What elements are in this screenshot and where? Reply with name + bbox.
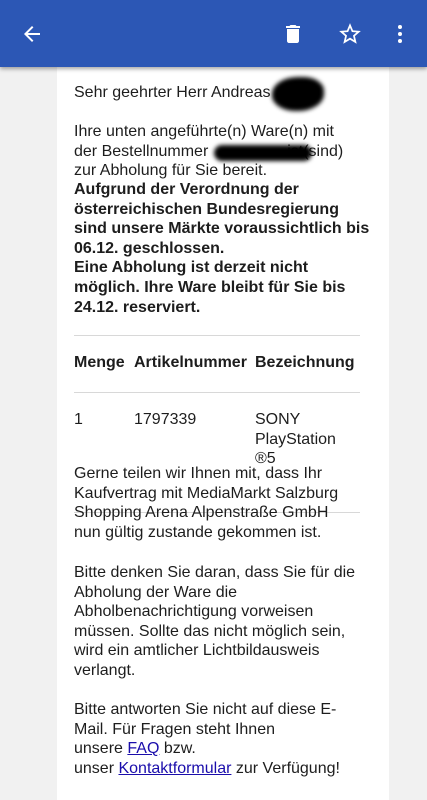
contract-line: Shopping Arena Alpenstraße GmbH bbox=[74, 504, 329, 522]
greeting-text: Sehr geehrter Herr Andreas bbox=[74, 84, 271, 101]
app-bar bbox=[0, 0, 427, 67]
intro-line: Ihre unten angeführte(n) Ware(n) mit bbox=[74, 123, 334, 140]
contract-paragraph: Gerne teilen wir Ihnen mit, dass Ihr Kau… bbox=[74, 464, 374, 542]
pickup-line: Bitte denken Sie daran, dass Sie für die bbox=[74, 564, 356, 581]
reply-line: Bitte antworten Sie nicht auf diese E- bbox=[74, 701, 337, 718]
contract-line: nun gültig zustande gekommen ist. bbox=[74, 523, 322, 541]
table-divider bbox=[74, 335, 360, 336]
pickup-line: Abholung der Ware die bbox=[74, 583, 238, 601]
reply-text: unser bbox=[74, 759, 115, 777]
notice-line: sind unsere Märkte voraussichtlich bis bbox=[74, 220, 370, 238]
faq-link[interactable]: FAQ bbox=[127, 740, 159, 757]
table-divider bbox=[74, 392, 360, 393]
pickup-line: Abholbenachrichtigung vorweisen bbox=[74, 603, 314, 621]
cell-bezeichnung: SONY PlayStation ®5 bbox=[255, 410, 360, 469]
notice-line: österreichischen Bundesregierung bbox=[74, 200, 339, 218]
notice-line: 06.12. geschlossen. bbox=[74, 239, 225, 257]
header-menge: Menge bbox=[74, 354, 125, 371]
contract-line: Kaufvertrag mit MediaMarkt Salzburg bbox=[74, 484, 339, 502]
pickup-line: müssen. Sollte das nicht möglich sein, bbox=[74, 622, 346, 640]
pickup-line: wird ein amtlicher Lichtbildausweis bbox=[74, 642, 320, 660]
reply-text: unsere bbox=[74, 740, 123, 758]
more-options-button[interactable] bbox=[378, 12, 422, 56]
reply-line: unser Kontaktformular zur Verfügung! bbox=[74, 759, 374, 779]
redaction-mark bbox=[214, 145, 312, 161]
reply-line: Mail. Für Fragen steht Ihnen bbox=[74, 720, 275, 738]
cell-artikelnummer: 1797339 bbox=[134, 411, 197, 428]
reply-line: unsere FAQ bzw. bbox=[74, 739, 374, 759]
pickup-line: verlangt. bbox=[74, 661, 136, 679]
pickup-paragraph: Bitte denken Sie daran, dass Sie für die… bbox=[74, 563, 374, 681]
trash-icon bbox=[286, 25, 300, 43]
star-button[interactable] bbox=[328, 12, 372, 56]
bezeichnung-line: SONY bbox=[255, 411, 301, 428]
reply-paragraph: Bitte antworten Sie nicht auf diese E- M… bbox=[74, 700, 374, 778]
arrow-left-icon bbox=[24, 26, 40, 42]
contract-line: Gerne teilen wir Ihnen mit, dass Ihr bbox=[74, 465, 323, 482]
cell-menge: 1 bbox=[74, 411, 83, 428]
notice-line: 24.12. reserviert. bbox=[74, 298, 201, 316]
more-vertical-icon bbox=[398, 25, 402, 43]
contact-form-link[interactable]: Kontaktformular bbox=[118, 760, 231, 777]
redaction-mark bbox=[272, 77, 324, 111]
header-artikelnummer: Artikelnummer bbox=[134, 354, 247, 371]
intro-order-label: der Bestellnummer bbox=[74, 142, 209, 160]
star-outline-icon bbox=[339, 23, 361, 44]
header-bezeichnung: Bezeichnung bbox=[255, 354, 355, 371]
notice-line: möglich. Ihre Ware bleibt für Sie bis bbox=[74, 278, 346, 296]
closure-notice: Aufgrund der Verordnung der österreichis… bbox=[74, 180, 374, 317]
email-viewer[interactable]: Sehr geehrter Herr Andreas Ihre unten an… bbox=[0, 67, 427, 800]
notice-line: Eine Abholung ist derzeit nicht bbox=[74, 259, 309, 277]
bezeichnung-line: PlayStation bbox=[255, 430, 336, 448]
intro-line: zur Abholung für Sie bereit. bbox=[74, 162, 268, 180]
back-button[interactable] bbox=[10, 12, 54, 56]
reply-text: zur Verfügung! bbox=[235, 759, 340, 777]
delete-button[interactable] bbox=[271, 12, 315, 56]
reply-text: bzw. bbox=[163, 740, 196, 758]
notice-line: Aufgrund der Verordnung der bbox=[74, 181, 299, 198]
